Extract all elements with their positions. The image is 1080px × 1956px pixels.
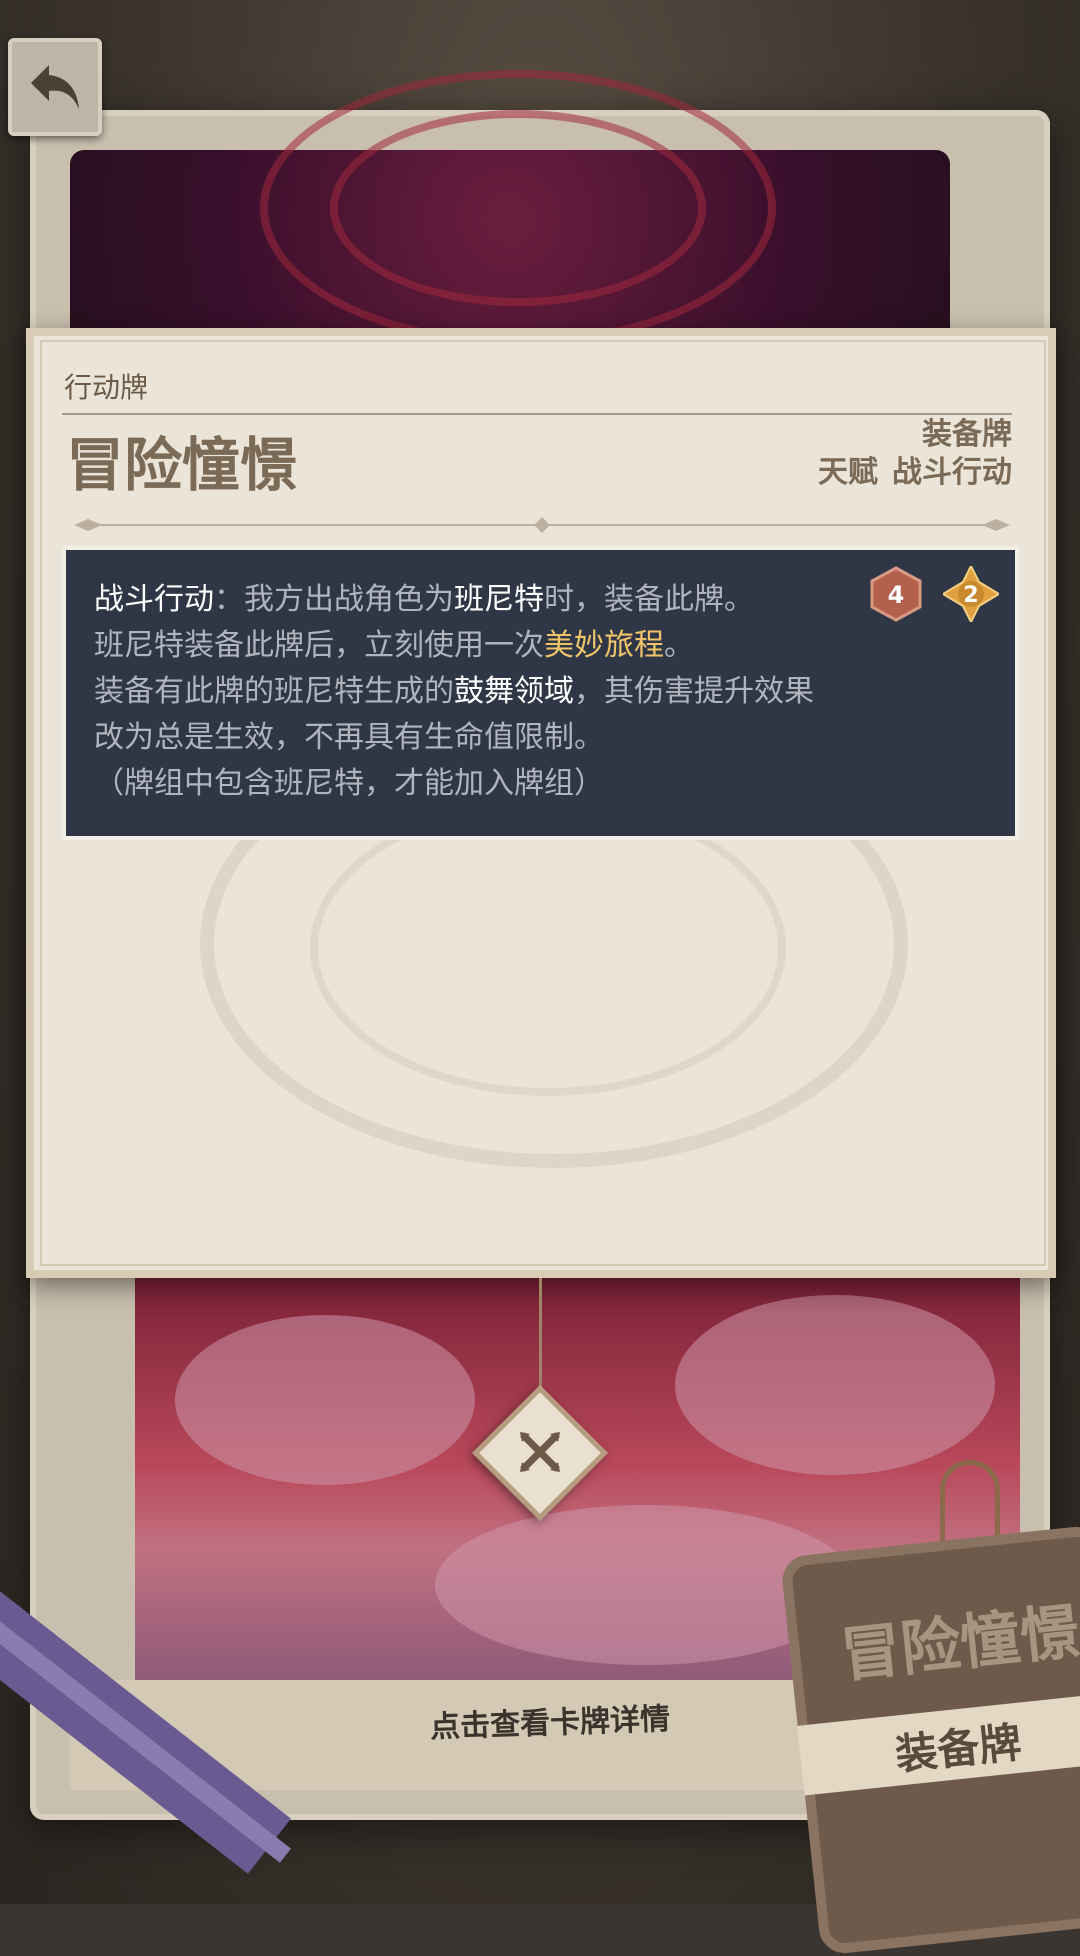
tag-equipment: 装备牌 <box>922 417 1012 452</box>
element-die-cost-icon: 4 <box>870 566 922 622</box>
tag-combat-action: 战斗行动 <box>892 455 1012 490</box>
description-text: 。 <box>664 628 694 663</box>
ornament-divider <box>74 517 1010 533</box>
description-line-2: 班尼特装备此牌后，立刻使用一次美妙旅程。 <box>94 623 874 669</box>
tag-talent: 天赋 <box>818 455 878 490</box>
description-text: 班尼特装备此牌后，立刻使用一次 <box>94 628 544 663</box>
card-tags: 装备牌 天赋 战斗行动 <box>804 416 1012 492</box>
card-kind: 行动牌 <box>64 371 149 404</box>
energy-cost-value: 2 <box>963 583 978 608</box>
card-description: 战斗行动：我方出战角色为班尼特时，装备此牌。 班尼特装备此牌后，立刻使用一次美妙… <box>94 577 874 807</box>
close-x-icon[interactable] <box>518 1430 562 1474</box>
character-name: 班尼特 <box>454 582 544 617</box>
element-die-cost-value: 4 <box>888 581 905 609</box>
back-arrow-icon <box>31 65 79 109</box>
description-text: 装备有此牌的班尼特生成的 <box>94 674 454 709</box>
combat-action-label: 战斗行动 <box>94 582 214 617</box>
description-line-1: 战斗行动：我方出战角色为班尼特时，装备此牌。 <box>94 577 874 623</box>
field-link[interactable]: 鼓舞领域 <box>454 674 574 709</box>
skill-link[interactable]: 美妙旅程 <box>544 628 664 663</box>
description-line-3: 装备有此牌的班尼特生成的鼓舞领域，其伤害提升效果 <box>94 669 874 715</box>
energy-cost-icon: 2 <box>943 566 999 622</box>
description-text: ，其伤害提升效果 <box>574 674 814 709</box>
art-ring <box>330 110 706 306</box>
tag-string <box>940 1460 1000 1545</box>
card-name: 冒险憧憬 <box>66 431 299 499</box>
panel-watermark-inner <box>310 800 786 1096</box>
description-text: ：我方出战角色为 <box>214 582 454 617</box>
header-rule <box>62 413 1012 415</box>
description-line-5: （牌组中包含班尼特，才能加入牌组） <box>94 766 604 801</box>
description-line-4: 改为总是生效，不再具有生命值限制。 <box>94 720 604 755</box>
art-cloud <box>175 1315 475 1485</box>
art-cloud <box>675 1295 995 1475</box>
tag-row: 天赋 战斗行动 <box>804 454 1012 492</box>
description-text: 时，装备此牌。 <box>544 582 754 617</box>
back-button[interactable] <box>8 38 102 136</box>
